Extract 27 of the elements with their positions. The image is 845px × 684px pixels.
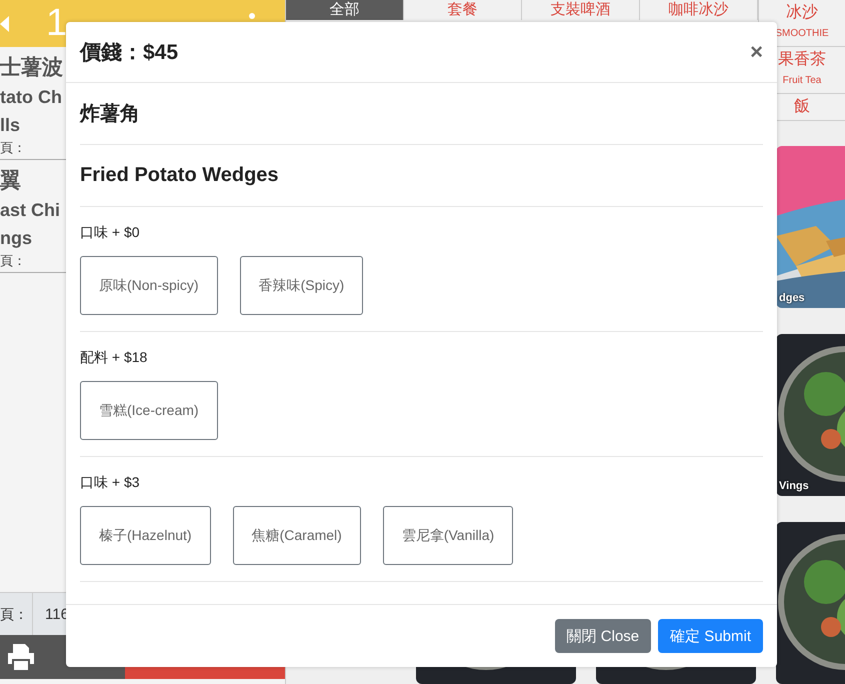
- item-name: lls: [0, 114, 20, 137]
- option-button[interactable]: 雲尼拿(Vanilla): [382, 506, 514, 565]
- item-name: 翼: [0, 168, 21, 194]
- option-button[interactable]: 香辣味(Spicy): [240, 256, 364, 315]
- category-tab[interactable]: 全部: [286, 0, 404, 20]
- item-label: 頁：: [0, 139, 26, 157]
- submit-button[interactable]: 確定 Submit: [658, 619, 763, 653]
- card-caption: Vings: [779, 480, 809, 492]
- product-name: Fried Potato Wedges: [80, 164, 279, 187]
- option-button[interactable]: 榛子(Hazelnut): [80, 506, 211, 565]
- option-button[interactable]: 雪糕(Ice-cream): [80, 381, 218, 440]
- option-group-label: 口味 + $3: [80, 474, 141, 492]
- printer-icon: [6, 643, 36, 671]
- option-group-label: 配料 + $18: [80, 349, 148, 367]
- option-group-label: 口味 + $0: [80, 224, 141, 242]
- item-name: ast Chi: [0, 199, 60, 222]
- item-name: tato Ch: [0, 86, 62, 109]
- item-name: ngs: [0, 227, 32, 250]
- product-name: 炸薯角: [80, 102, 140, 127]
- dialog-title: 價錢：$45: [80, 40, 178, 66]
- option-button[interactable]: 原味(Non-spicy): [80, 256, 218, 315]
- close-button[interactable]: 關閉 Close: [554, 619, 652, 653]
- option-button[interactable]: 焦糖(Caramel): [232, 506, 361, 565]
- card-caption: dges: [779, 292, 805, 304]
- item-name: 士薯波: [0, 55, 63, 81]
- order-number: 1: [46, 2, 68, 45]
- item-label: 頁：: [0, 252, 26, 270]
